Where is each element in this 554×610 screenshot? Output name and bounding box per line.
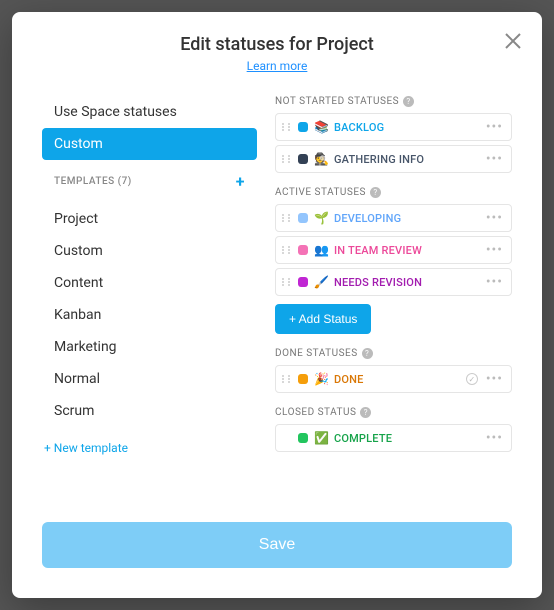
status-emoji: 🖌️: [314, 275, 329, 289]
more-options-icon[interactable]: •••: [484, 214, 505, 222]
sidebar-item-label: Custom: [54, 136, 103, 152]
modal-title: Edit statuses for Project: [32, 34, 522, 55]
section-label-closed: CLOSED STATUS ?: [275, 407, 512, 418]
templates-heading: TEMPLATES (7) +: [42, 160, 257, 203]
sidebar-item-template[interactable]: Content: [42, 267, 257, 299]
status-color-swatch[interactable]: [298, 433, 308, 443]
more-options-icon[interactable]: •••: [484, 278, 505, 286]
sidebar-item-use-space[interactable]: Use Space statuses: [42, 96, 257, 128]
status-row[interactable]: 🌱 DEVELOPING•••: [275, 204, 512, 232]
sidebar-item-label: Scrum: [54, 403, 94, 419]
status-emoji: 🕵️: [314, 152, 329, 166]
close-icon[interactable]: [504, 32, 522, 50]
status-name: NEEDS REVISION: [334, 276, 484, 289]
save-button[interactable]: Save: [42, 522, 512, 568]
status-name: GATHERING INFO: [334, 153, 484, 166]
sidebar-item-template[interactable]: Project: [42, 203, 257, 235]
status-editor: NOT STARTED STATUSES ? 📚BACKLOG•••🕵️GATH…: [275, 96, 512, 500]
more-options-icon[interactable]: •••: [484, 155, 505, 163]
more-options-icon[interactable]: •••: [484, 123, 505, 131]
templates-heading-label: TEMPLATES (7): [54, 176, 132, 187]
drag-handle-icon[interactable]: [282, 246, 292, 254]
more-options-icon[interactable]: •••: [484, 375, 505, 383]
status-color-swatch[interactable]: [298, 245, 308, 255]
status-row[interactable]: 🎉 DONE✓ •••: [275, 365, 512, 393]
drag-handle-icon[interactable]: [282, 155, 292, 163]
sidebar-item-template[interactable]: Marketing: [42, 331, 257, 363]
status-name: DEVELOPING: [334, 212, 484, 225]
status-color-swatch[interactable]: [298, 154, 308, 164]
status-emoji: 🎉: [314, 372, 329, 386]
status-row[interactable]: 👥 IN TEAM REVIEW•••: [275, 236, 512, 264]
status-name: BACKLOG: [334, 121, 484, 134]
status-emoji: 👥: [314, 243, 329, 257]
status-color-swatch[interactable]: [298, 213, 308, 223]
drag-handle-icon[interactable]: [282, 214, 292, 222]
sidebar-item-template[interactable]: Scrum: [42, 395, 257, 427]
help-icon[interactable]: ?: [362, 348, 373, 359]
sidebar-item-label: Custom: [54, 243, 103, 259]
section-label-not-started: NOT STARTED STATUSES ?: [275, 96, 512, 107]
sidebar-item-template[interactable]: Normal: [42, 363, 257, 395]
sidebar-item-template[interactable]: Kanban: [42, 299, 257, 331]
help-icon[interactable]: ?: [360, 407, 371, 418]
more-options-icon[interactable]: •••: [484, 434, 505, 442]
status-color-swatch[interactable]: [298, 374, 308, 384]
modal-footer: Save: [12, 510, 542, 598]
status-color-swatch[interactable]: [298, 122, 308, 132]
more-options-icon[interactable]: •••: [484, 246, 505, 254]
sidebar-item-label: Normal: [54, 371, 100, 387]
sidebar-item-label: Use Space statuses: [54, 104, 177, 120]
drag-handle-icon[interactable]: [282, 278, 292, 286]
modal-header: Edit statuses for Project Learn more: [12, 12, 542, 88]
learn-more-link[interactable]: Learn more: [247, 59, 308, 73]
section-label-done: DONE STATUSES ?: [275, 348, 512, 359]
checkmark-icon[interactable]: ✓: [466, 373, 478, 385]
drag-handle-icon[interactable]: [282, 375, 292, 383]
sidebar-item-label: Content: [54, 275, 103, 291]
new-template-link[interactable]: + New template: [42, 427, 257, 455]
status-row[interactable]: ✅ COMPLETE•••: [275, 424, 512, 452]
sidebar-item-label: Project: [54, 211, 98, 227]
status-emoji: 📚: [314, 120, 329, 134]
status-row[interactable]: 🕵️ GATHERING INFO•••: [275, 145, 512, 173]
sidebar: Use Space statuses Custom TEMPLATES (7) …: [42, 96, 257, 500]
drag-handle-icon[interactable]: [282, 123, 292, 131]
status-name: IN TEAM REVIEW: [334, 244, 484, 257]
status-name: DONE: [334, 373, 466, 386]
section-label-active: ACTIVE STATUSES ?: [275, 187, 512, 198]
status-color-swatch[interactable]: [298, 277, 308, 287]
sidebar-item-template[interactable]: Custom: [42, 235, 257, 267]
add-template-icon[interactable]: +: [236, 172, 245, 191]
status-name: COMPLETE: [334, 432, 484, 445]
add-status-button[interactable]: + Add Status: [275, 304, 371, 334]
sidebar-item-label: Kanban: [54, 307, 101, 323]
status-emoji: 🌱: [314, 211, 329, 225]
help-icon[interactable]: ?: [403, 96, 414, 107]
help-icon[interactable]: ?: [370, 187, 381, 198]
status-row[interactable]: 🖌️ NEEDS REVISION•••: [275, 268, 512, 296]
edit-statuses-modal: Edit statuses for Project Learn more Use…: [12, 12, 542, 598]
sidebar-item-custom-active[interactable]: Custom: [42, 128, 257, 160]
status-emoji: ✅: [314, 431, 329, 445]
status-row[interactable]: 📚 BACKLOG•••: [275, 113, 512, 141]
sidebar-item-label: Marketing: [54, 339, 117, 355]
